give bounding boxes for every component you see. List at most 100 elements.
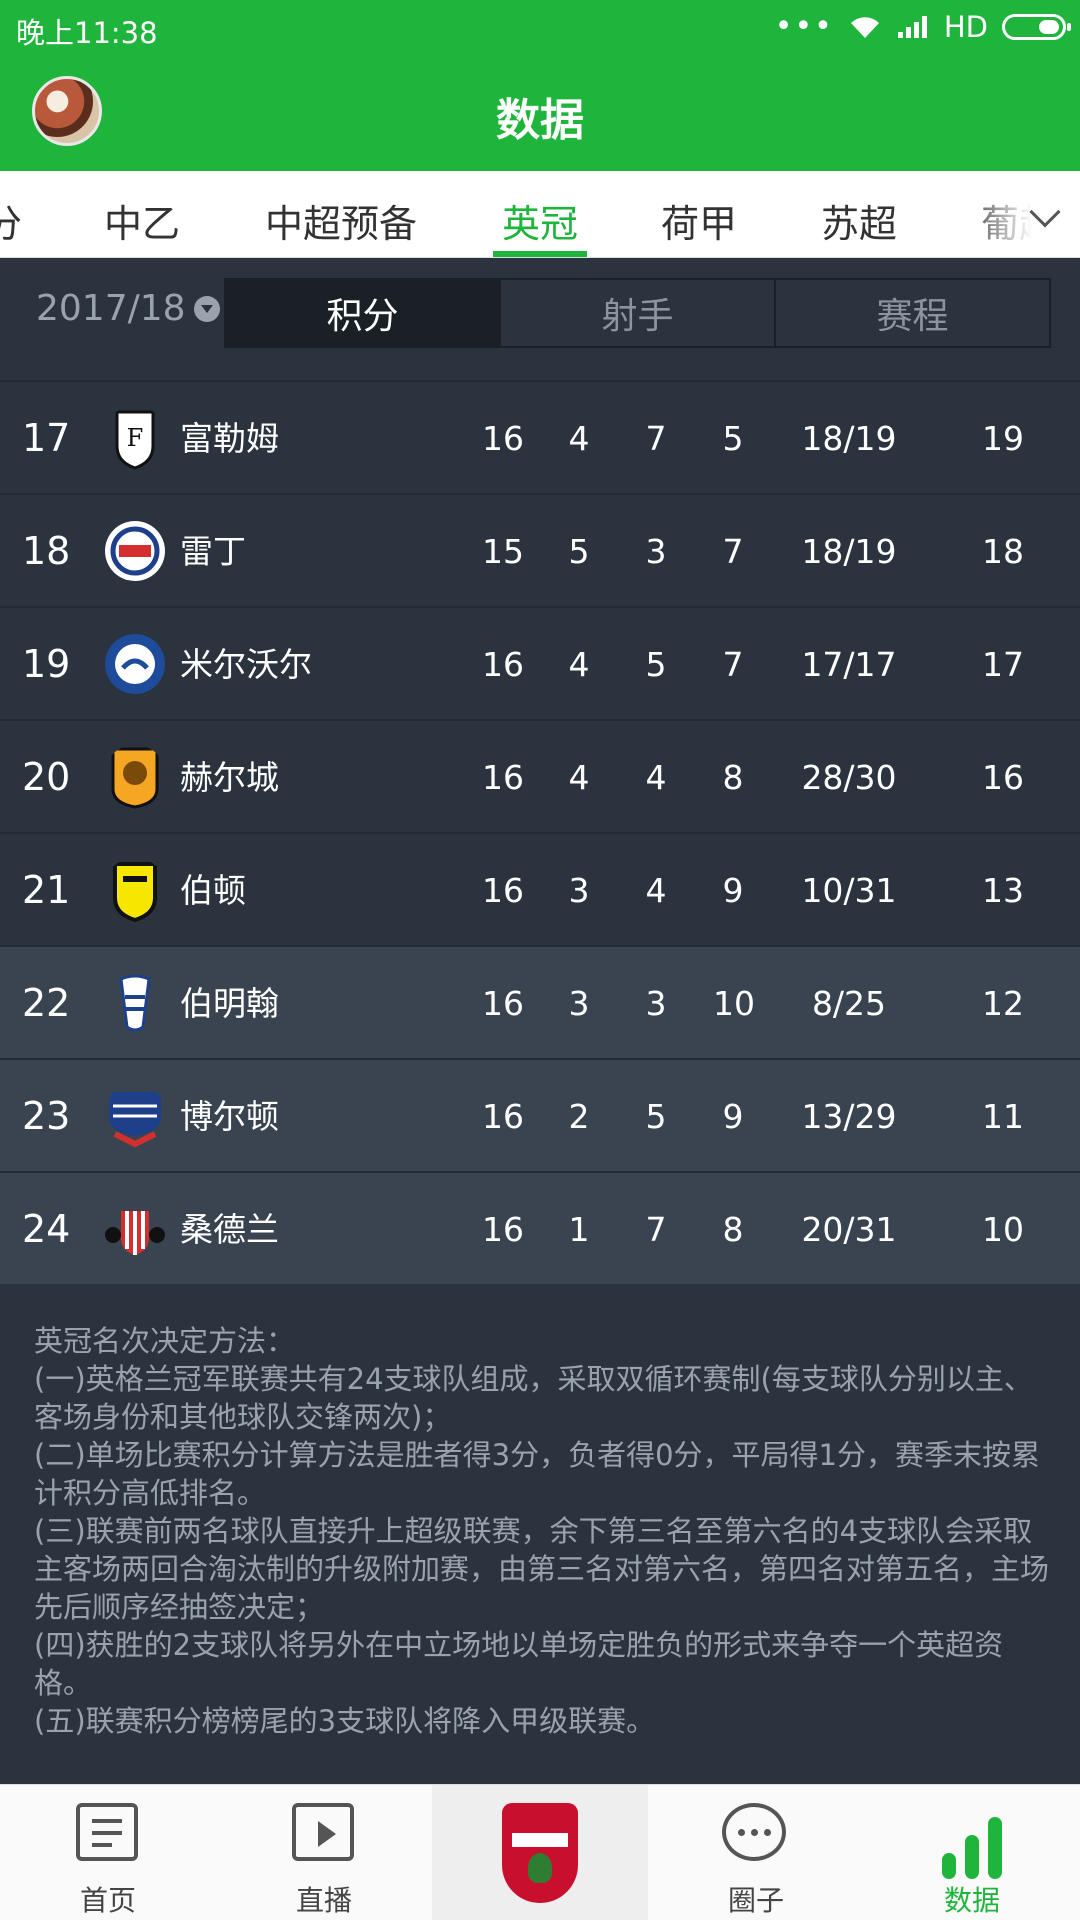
standings-header: 2017/18 积分 射手 赛程 [0,258,1080,380]
team-name: 博尔顿 [180,1097,279,1136]
drawn: 3 [645,984,667,1023]
team-crest-icon [119,974,151,1032]
drawn: 3 [645,532,667,571]
nav-label: 直播 [295,1884,352,1917]
drawn: 7 [645,1210,667,1249]
tab-league-2[interactable]: 中超预备 [265,193,417,248]
won: 3 [568,984,590,1023]
rank: 22 [22,981,71,1025]
played: 16 [482,871,524,910]
table-row[interactable]: 23 博尔顿 16 2 5 9 13/29 11 [0,1058,1080,1171]
played: 16 [482,645,524,684]
won: 4 [568,419,590,458]
team-name: 伯明翰 [180,984,279,1023]
won: 4 [568,758,590,797]
goals: 18/19 [801,419,897,458]
played: 16 [482,1097,524,1136]
table-row[interactable]: 24 桑德兰 16 1 7 8 20/31 10 [0,1171,1080,1284]
club-crest-icon [502,1803,578,1903]
points: 13 [982,871,1024,910]
bottom-nav: 首页 直播 圈子 数据 [0,1784,1080,1920]
rank: 24 [22,1207,71,1251]
table-row[interactable]: 18 雷丁 15 5 3 7 18/19 18 [0,493,1080,606]
league-rules: 英冠名次决定方法： (一)英格兰冠军联赛共有24支球队组成，采取双循环赛制(每支… [34,1322,1054,1740]
nav-label: 数据 [943,1884,1000,1917]
rank: 17 [22,416,71,460]
goals: 18/19 [801,532,897,571]
segment-standings[interactable]: 积分 [226,280,501,346]
tab-league-4[interactable]: 荷甲 [661,193,737,248]
standings-table: 17 F 富勒姆 16 4 7 5 18/19 19 18 雷丁 15 5 3 … [0,380,1080,1284]
points: 17 [982,645,1024,684]
won: 2 [568,1097,590,1136]
tab-league-0[interactable]: 分 [0,193,22,248]
team-name: 米尔沃尔 [180,645,312,684]
table-row[interactable]: 19 米尔沃尔 16 4 5 7 17/17 17 [0,606,1080,719]
nav-home[interactable]: 首页 [0,1785,216,1920]
nav-label: 圈子 [727,1884,784,1917]
goals: 28/30 [801,758,897,797]
drawn: 4 [645,871,667,910]
lost: 9 [722,871,744,910]
tab-league-1[interactable]: 中乙 [104,193,180,248]
rank: 19 [22,642,71,686]
stats-segment-control: 积分 射手 赛程 [224,278,1051,348]
drawn: 7 [645,419,667,458]
nav-data[interactable]: 数据 [864,1785,1080,1920]
won: 5 [568,532,590,571]
battery-icon [1002,14,1071,40]
drawn: 4 [645,758,667,797]
team-crest-icon: F [115,410,155,470]
lost: 8 [722,1210,744,1249]
goals: 8/25 [811,984,887,1023]
points: 16 [982,758,1024,797]
svg-text:F: F [127,424,144,452]
goals: 20/31 [801,1210,897,1249]
rule-line: (五)联赛积分榜榜尾的3支球队将降入甲级联赛。 [34,1704,656,1738]
segment-fixtures[interactable]: 赛程 [776,280,1049,346]
table-row[interactable]: 20 赫尔城 16 4 4 8 28/30 16 [0,719,1080,832]
league-tabs: 分 中乙 中超预备 英冠 荷甲 苏超 葡超 [0,171,1080,258]
rule-line: (二)单场比赛积分计算方法是胜者得3分，负者得0分，平局得1分，赛季末按累计积分… [34,1438,1040,1510]
lost: 9 [722,1097,744,1136]
nav-live[interactable]: 直播 [216,1785,432,1920]
network-type: HD [943,10,988,44]
rule-line: (四)获胜的2支球队将另外在中立场地以单场定胜负的形式来争夺一个英超资格。 [34,1628,1004,1700]
rank: 18 [22,529,71,573]
nav-circle[interactable]: 圈子 [648,1785,864,1920]
tab-league-3[interactable]: 英冠 [502,193,578,248]
status-time: 晚上11:38 [16,16,158,50]
season-selector[interactable]: 2017/18 [36,288,220,329]
goals: 13/29 [801,1097,897,1136]
points: 19 [982,419,1024,458]
lost: 8 [722,758,744,797]
won: 3 [568,871,590,910]
points: 18 [982,532,1024,571]
app-bar: 数据 [0,56,1080,171]
table-row[interactable]: 21 伯顿 16 3 4 9 10/31 13 [0,832,1080,945]
nav-team[interactable] [432,1785,648,1920]
team-crest-icon [109,1092,161,1148]
tab-league-5[interactable]: 苏超 [821,193,897,248]
team-crest-icon [105,521,165,581]
table-row[interactable]: 17 F 富勒姆 16 4 7 5 18/19 19 [0,380,1080,493]
rank: 23 [22,1094,71,1138]
table-row[interactable]: 22 伯明翰 16 3 3 10 8/25 12 [0,945,1080,1058]
lost: 7 [722,645,744,684]
lost: 5 [722,419,744,458]
team-crest-icon [105,1211,165,1255]
segment-scorers[interactable]: 射手 [501,280,776,346]
rank: 20 [22,755,71,799]
rule-line: (一)英格兰冠军联赛共有24支球队组成，采取双循环赛制(每支球队分别以主、客场身… [34,1362,1033,1434]
won: 1 [568,1210,590,1249]
rule-line: (三)联赛前两名球队直接升上超级联赛，余下第三名至第六名的4支球队会采取主客场两… [34,1514,1050,1624]
caret-down-icon [193,295,220,322]
played: 15 [482,532,524,571]
played: 16 [482,1210,524,1249]
goals: 17/17 [801,645,897,684]
drawn: 5 [645,1097,667,1136]
won: 4 [568,645,590,684]
chat-bubble-icon [722,1803,786,1861]
played: 16 [482,419,524,458]
points: 10 [982,1210,1024,1249]
